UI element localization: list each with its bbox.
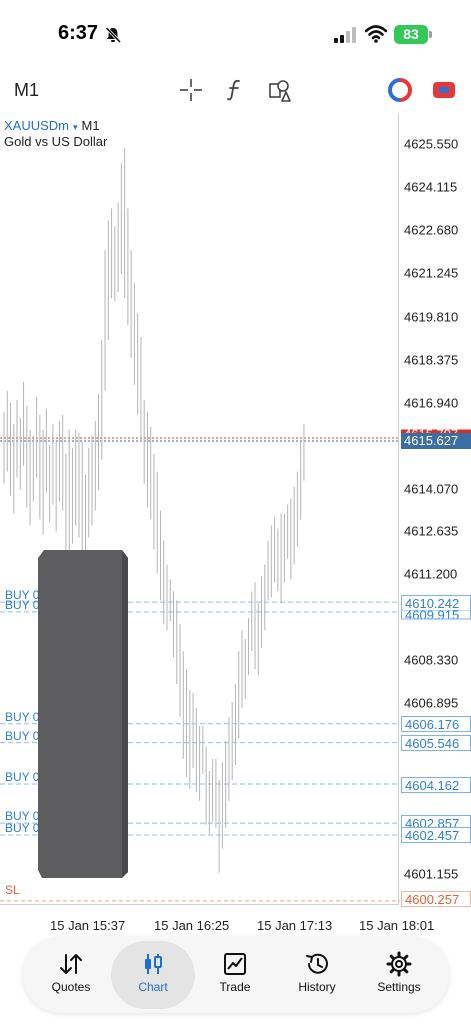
order-price-tag: 4605.546 (401, 735, 471, 751)
price-tick: 4612.635 (404, 523, 459, 539)
symbol-timeframe: M1 (81, 118, 100, 133)
candlestick-icon (145, 954, 162, 974)
time-tick: 15 Jan 17:13 (257, 918, 333, 933)
price-tick: 4624.115 (404, 179, 458, 195)
order-price-tag: 4610.242 (401, 595, 471, 611)
history-clock-icon (306, 953, 328, 974)
bottom-tab-bar: Quotes Chart Trade History Settings (23, 937, 449, 1013)
tab-trade-label: Trade (219, 980, 251, 994)
price-chart[interactable]: XAUUSDm ▾ M1 Gold vs US Dollar 4625.550 46… (0, 113, 471, 935)
current-price-tag: 4615.627 (401, 433, 471, 449)
chart-toolbar: M1 (0, 70, 471, 110)
stop-loss-price-tag: 4600.257 (401, 891, 471, 907)
time-tick: 15 Jan 16:25 (154, 918, 230, 933)
wifi-icon (365, 25, 387, 43)
battery-level: 83 (394, 25, 428, 44)
order-label[interactable]: BUY 0 (5, 729, 39, 743)
order-price-tag: 4609.915 (401, 610, 471, 620)
time-tick: 15 Jan 18:01 (359, 918, 435, 933)
new-order-icon[interactable] (432, 78, 456, 102)
price-tick: 4611.200 (404, 566, 458, 582)
crosshair-icon[interactable] (179, 78, 203, 102)
stop-loss-label[interactable]: SL (5, 883, 20, 897)
indicators-function-icon[interactable] (223, 78, 247, 102)
bell-muted-icon (105, 26, 122, 44)
battery-tip (429, 31, 432, 38)
settings-gear-icon (386, 951, 412, 977)
tab-chart[interactable]: Chart (111, 941, 195, 1009)
symbol-header: XAUUSDm ▾ M1 (4, 118, 100, 133)
order-price-tag: 4606.176 (401, 716, 471, 732)
time-tick: 15 Jan 15:37 (50, 918, 126, 933)
status-time: 6:37 (58, 22, 99, 44)
timeframe-selector[interactable]: M1 (14, 80, 39, 101)
symbol-description: Gold vs US Dollar (4, 134, 108, 149)
quotes-arrows-icon (60, 954, 82, 974)
objects-shapes-icon[interactable] (268, 78, 292, 102)
price-tick: 4618.375 (404, 352, 459, 368)
tab-quotes[interactable]: Quotes (29, 941, 113, 1009)
price-tick: 4601.155 (404, 866, 459, 882)
redaction-block (38, 550, 128, 878)
status-bar: 6:37 83 (0, 0, 471, 62)
price-tick: 4625.550 (404, 136, 459, 152)
symbol-name[interactable]: XAUUSDm (4, 118, 69, 133)
order-label[interactable]: BUY 0 (5, 821, 39, 835)
price-tick: 4621.245 (404, 265, 459, 281)
order-label[interactable]: BUY 0 (5, 710, 39, 724)
tab-trade[interactable]: Trade (193, 941, 277, 1009)
tab-history[interactable]: History (275, 941, 359, 1009)
order-label[interactable]: BUY 0 (5, 598, 39, 612)
price-tick: 4619.810 (404, 309, 459, 325)
trade-chart-icon (224, 953, 246, 975)
tab-history-label: History (298, 980, 336, 994)
order-label[interactable]: BUY 0 (5, 770, 39, 784)
price-tick: 4608.330 (404, 652, 459, 668)
tab-chart-label: Chart (138, 980, 168, 994)
order-price-tag: 4604.162 (401, 777, 471, 793)
price-tick: 4614.070 (404, 481, 459, 497)
price-tick: 4616.940 (404, 395, 459, 411)
tab-settings[interactable]: Settings (357, 941, 441, 1009)
order-price-tag: 4602.457 (401, 827, 471, 843)
symbol-dropdown-icon[interactable]: ▾ (73, 122, 78, 132)
price-tick: 4622.680 (404, 222, 459, 238)
tab-settings-label: Settings (377, 980, 421, 994)
one-click-trading-icon[interactable] (388, 78, 412, 102)
tab-quotes-label: Quotes (51, 980, 91, 994)
cellular-signal-icon (334, 27, 356, 43)
price-tick: 4606.895 (404, 695, 459, 711)
